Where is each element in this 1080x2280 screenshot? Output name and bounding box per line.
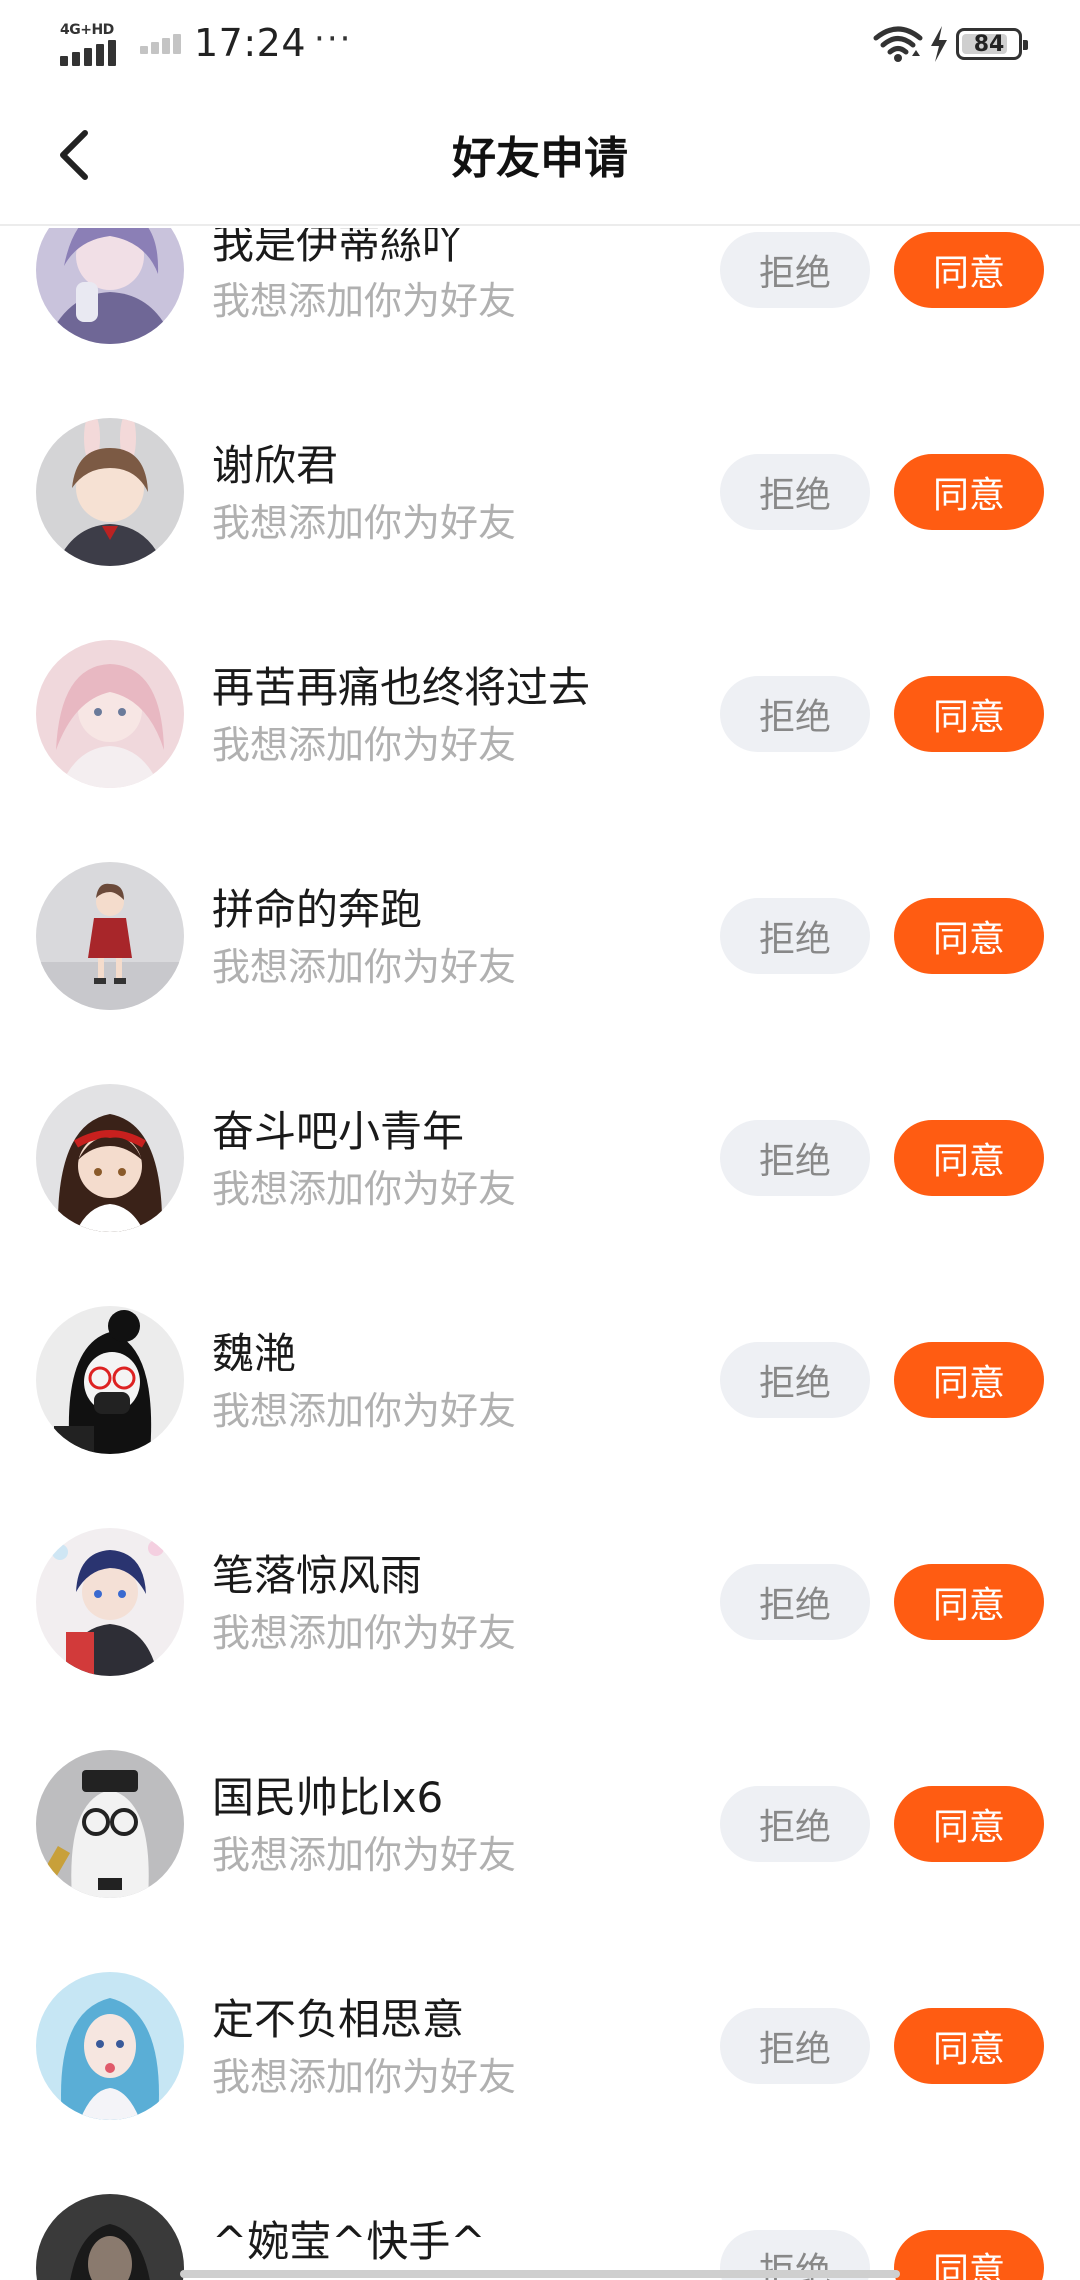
request-message: 我想添加你为好友 <box>212 1389 517 1433</box>
requester-name: 魏滟 <box>212 1329 297 1378</box>
avatar[interactable] <box>36 418 184 566</box>
request-message: 我想添加你为好友 <box>212 501 517 545</box>
status-right: 84 <box>872 18 1028 70</box>
avatar[interactable] <box>36 1084 184 1232</box>
friend-request-row: 谢欣君 我想添加你为好友 拒绝 同意 <box>0 380 1080 602</box>
reject-button[interactable]: 拒绝 <box>720 454 870 530</box>
more-notifications-icon: ··· <box>314 19 353 59</box>
requester-name: 国民帅比lx6 <box>212 1773 444 1822</box>
friend-request-list[interactable]: 我是伊蒂絲吖 我想添加你为好友 拒绝 同意 谢欣君 我想添加你为好友 拒绝 同意… <box>0 228 1080 2280</box>
reject-button[interactable]: 拒绝 <box>720 676 870 752</box>
accept-button[interactable]: 同意 <box>894 1120 1044 1196</box>
requester-name: 定不负相思意 <box>212 1995 465 2044</box>
friend-request-row: 拼命的奔跑 我想添加你为好友 拒绝 同意 <box>0 824 1080 1046</box>
requester-name: 笔落惊风雨 <box>212 1551 423 1600</box>
request-message: 我想添加你为好友 <box>212 1833 517 1877</box>
avatar[interactable] <box>36 862 184 1010</box>
reject-button[interactable]: 拒绝 <box>720 232 870 308</box>
requester-name: 谢欣君 <box>212 441 339 490</box>
request-message: 我想添加你为好友 <box>212 1167 517 1211</box>
home-indicator[interactable] <box>180 2270 900 2278</box>
charging-bolt-icon <box>931 26 947 62</box>
friend-request-row: ^婉莹^快手^ 拒绝 同意 <box>0 2156 1080 2280</box>
battery-icon: 84 <box>956 28 1028 60</box>
avatar[interactable] <box>36 1972 184 2120</box>
wifi-icon <box>873 26 923 62</box>
friend-request-row: 笔落惊风雨 我想添加你为好友 拒绝 同意 <box>0 1490 1080 1712</box>
status-left: 4G+HD 17:24 ··· <box>58 16 352 70</box>
page-title: 好友申请 <box>452 133 628 184</box>
secondary-signal-icon <box>140 32 182 54</box>
network-type-label: 4G+HD <box>60 22 114 38</box>
reject-button[interactable]: 拒绝 <box>720 1786 870 1862</box>
reject-button[interactable]: 拒绝 <box>720 1564 870 1640</box>
reject-button[interactable]: 拒绝 <box>720 898 870 974</box>
accept-button[interactable]: 同意 <box>894 232 1044 308</box>
avatar[interactable] <box>36 1750 184 1898</box>
battery-level-text: 84 <box>973 31 1005 57</box>
title-bar: 好友申请 <box>0 84 1080 226</box>
accept-button[interactable]: 同意 <box>894 1786 1044 1862</box>
request-message: 我想添加你为好友 <box>212 2055 517 2099</box>
avatar[interactable] <box>36 1528 184 1676</box>
accept-button[interactable]: 同意 <box>894 676 1044 752</box>
request-message: 我想添加你为好友 <box>212 723 517 767</box>
request-message: 我想添加你为好友 <box>212 279 517 323</box>
requester-name: 再苦再痛也终将过去 <box>212 663 591 712</box>
status-time: 17:24 <box>194 21 307 65</box>
request-message: 我想添加你为好友 <box>212 1611 517 1655</box>
reject-button[interactable]: 拒绝 <box>720 2008 870 2084</box>
requester-name: 我是伊蒂絲吖 <box>212 228 465 268</box>
reject-button[interactable]: 拒绝 <box>720 1342 870 1418</box>
cellular-signal-icon: 4G+HD <box>58 20 122 66</box>
accept-button[interactable]: 同意 <box>894 898 1044 974</box>
reject-button[interactable]: 拒绝 <box>720 1120 870 1196</box>
request-message: 我想添加你为好友 <box>212 945 517 989</box>
avatar[interactable] <box>36 640 184 788</box>
avatar[interactable] <box>36 228 184 344</box>
requester-name: 拼命的奔跑 <box>212 885 423 934</box>
accept-button[interactable]: 同意 <box>894 1342 1044 1418</box>
accept-button[interactable]: 同意 <box>894 2008 1044 2084</box>
avatar[interactable] <box>36 2194 184 2280</box>
friend-request-row: 我是伊蒂絲吖 我想添加你为好友 拒绝 同意 <box>0 228 1080 380</box>
accept-button[interactable]: 同意 <box>894 2230 1044 2280</box>
friend-request-row: 再苦再痛也终将过去 我想添加你为好友 拒绝 同意 <box>0 602 1080 824</box>
accept-button[interactable]: 同意 <box>894 1564 1044 1640</box>
friend-request-row: 魏滟 我想添加你为好友 拒绝 同意 <box>0 1268 1080 1490</box>
requester-name: ^婉莹^快手^ <box>212 2217 486 2266</box>
status-bar: 4G+HD 17:24 ··· 84 <box>0 0 1080 84</box>
requester-name: 奋斗吧小青年 <box>212 1107 465 1156</box>
avatar[interactable] <box>36 1306 184 1454</box>
friend-request-row: 国民帅比lx6 我想添加你为好友 拒绝 同意 <box>0 1712 1080 1934</box>
accept-button[interactable]: 同意 <box>894 454 1044 530</box>
friend-request-row: 定不负相思意 我想添加你为好友 拒绝 同意 <box>0 1934 1080 2156</box>
friend-request-row: 奋斗吧小青年 我想添加你为好友 拒绝 同意 <box>0 1046 1080 1268</box>
